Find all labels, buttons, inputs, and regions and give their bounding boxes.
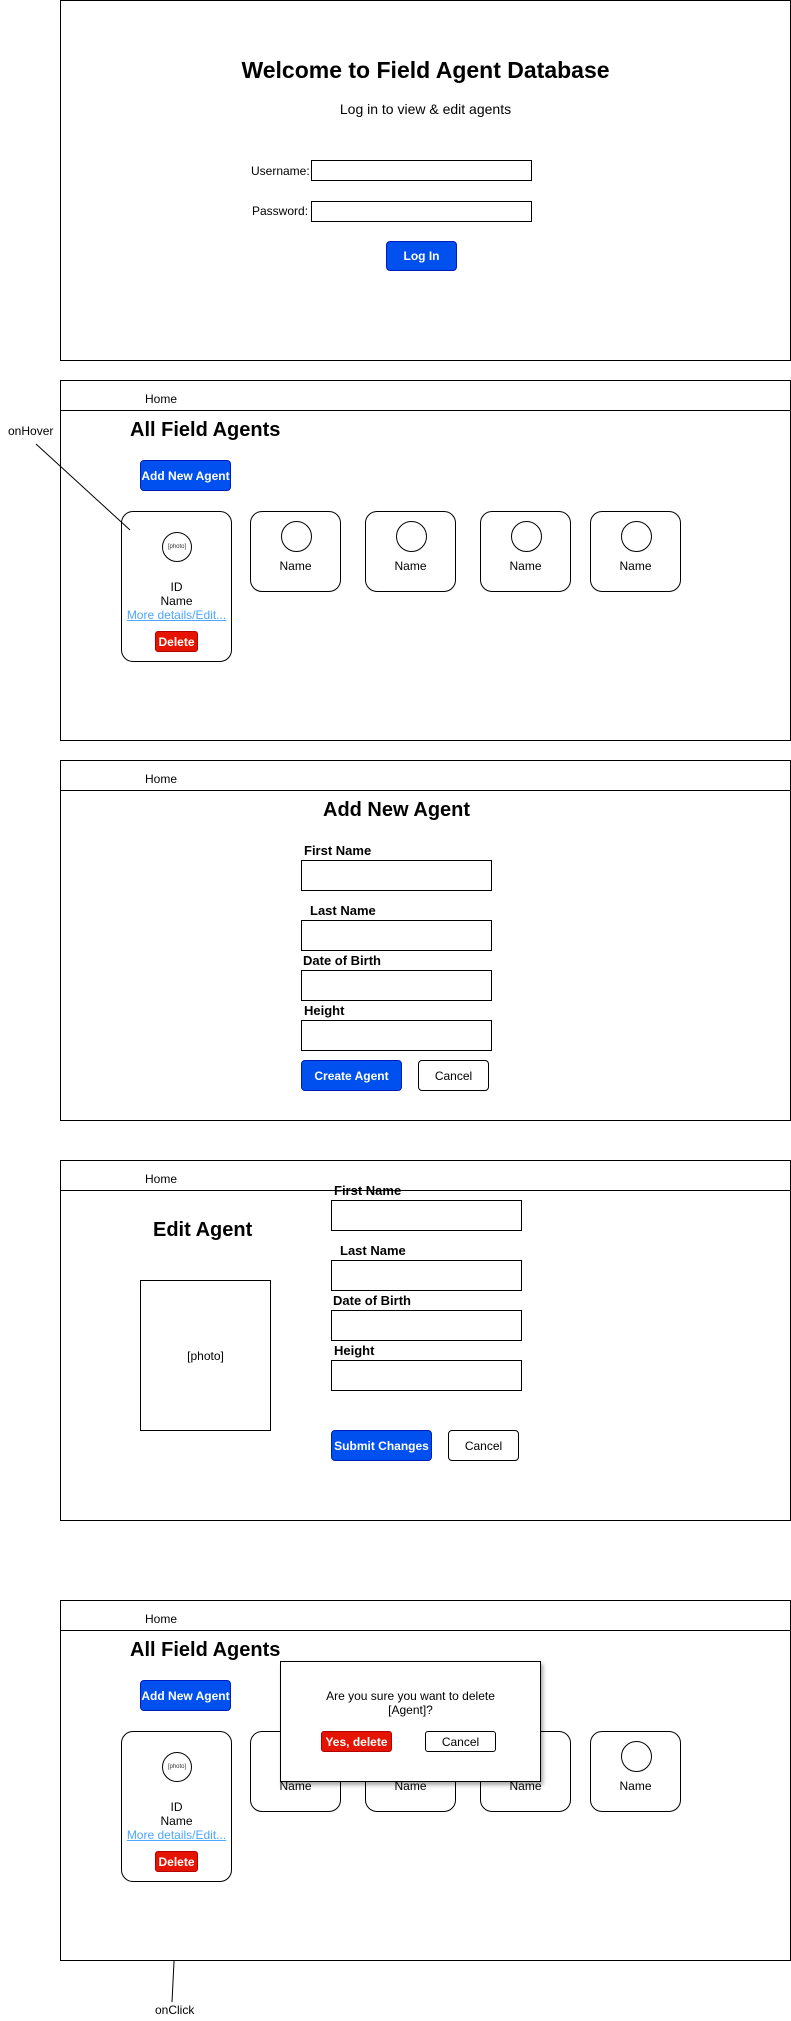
page-title: Add New Agent: [323, 799, 471, 821]
last-name-input[interactable]: [301, 920, 492, 951]
dob-label: Date of Birth: [333, 1293, 411, 1308]
last-name-label: Last Name: [340, 1243, 406, 1258]
page-title: Edit Agent: [153, 1219, 253, 1241]
cancel-button[interactable]: Cancel: [448, 1430, 519, 1461]
agent-id: ID: [170, 1800, 183, 1814]
height-input[interactable]: [301, 1020, 492, 1051]
agent-card[interactable]: Name: [590, 1731, 681, 1812]
nav-bar: Home: [61, 1161, 790, 1191]
create-agent-button[interactable]: Create Agent: [301, 1060, 402, 1091]
add-agent-screen: Home Add New Agent First Name Last Name …: [60, 760, 791, 1121]
more-details-link[interactable]: More details/Edit...: [122, 1828, 231, 1842]
dialog-cancel-button[interactable]: Cancel: [425, 1731, 496, 1752]
dialog-message-line1: Are you sure you want to delete: [326, 1689, 495, 1703]
dob-label: Date of Birth: [303, 953, 381, 968]
agent-photo: [photo]: [140, 1280, 271, 1431]
nav-home-link[interactable]: Home: [145, 772, 177, 786]
submit-changes-button[interactable]: Submit Changes: [331, 1430, 432, 1461]
height-input[interactable]: [331, 1360, 522, 1391]
first-name-input[interactable]: [331, 1200, 522, 1231]
page-title: All Field Agents: [130, 1639, 281, 1661]
agent-name: Name: [160, 1814, 193, 1828]
on-click-annotation: onClick: [155, 2003, 195, 2017]
agent-avatar: [621, 1741, 652, 1772]
height-label: Height: [304, 1003, 345, 1018]
dob-input[interactable]: [301, 970, 492, 1001]
cancel-button[interactable]: Cancel: [418, 1060, 489, 1091]
agent-photo-label: [photo]: [167, 1764, 187, 1770]
agent-name: Name: [619, 1779, 652, 1793]
last-name-input[interactable]: [331, 1260, 522, 1291]
agent-card-hover[interactable]: [photo] ID Name More details/Edit... Del…: [121, 1731, 232, 1882]
agent-photo-label: [photo]: [187, 1348, 224, 1363]
nav-home-link[interactable]: Home: [145, 1172, 177, 1186]
nav-bar: Home: [61, 1601, 790, 1631]
dob-input[interactable]: [331, 1310, 522, 1341]
confirm-delete-button[interactable]: Yes, delete: [321, 1731, 392, 1752]
first-name-input[interactable]: [301, 860, 492, 891]
first-name-label: First Name: [334, 1183, 402, 1198]
first-name-label: First Name: [304, 843, 372, 858]
last-name-label: Last Name: [310, 903, 376, 918]
nav-home-link[interactable]: Home: [145, 1612, 177, 1626]
agent-list-delete-screen: Home All Field Agents Add New Agent [pho…: [60, 1600, 791, 1961]
height-label: Height: [334, 1343, 375, 1358]
nav-bar: Home: [61, 761, 790, 791]
delete-confirm-dialog: Are you sure you want to delete [Agent]?…: [280, 1661, 541, 1782]
edit-agent-screen: Home Edit Agent [photo] First Name Last …: [60, 1160, 791, 1521]
delete-button[interactable]: Delete: [155, 1851, 198, 1872]
add-agent-button[interactable]: Add New Agent: [140, 1680, 231, 1711]
dialog-message-line2: [Agent]?: [388, 1703, 433, 1717]
agent-photo: [photo]: [162, 1752, 192, 1782]
